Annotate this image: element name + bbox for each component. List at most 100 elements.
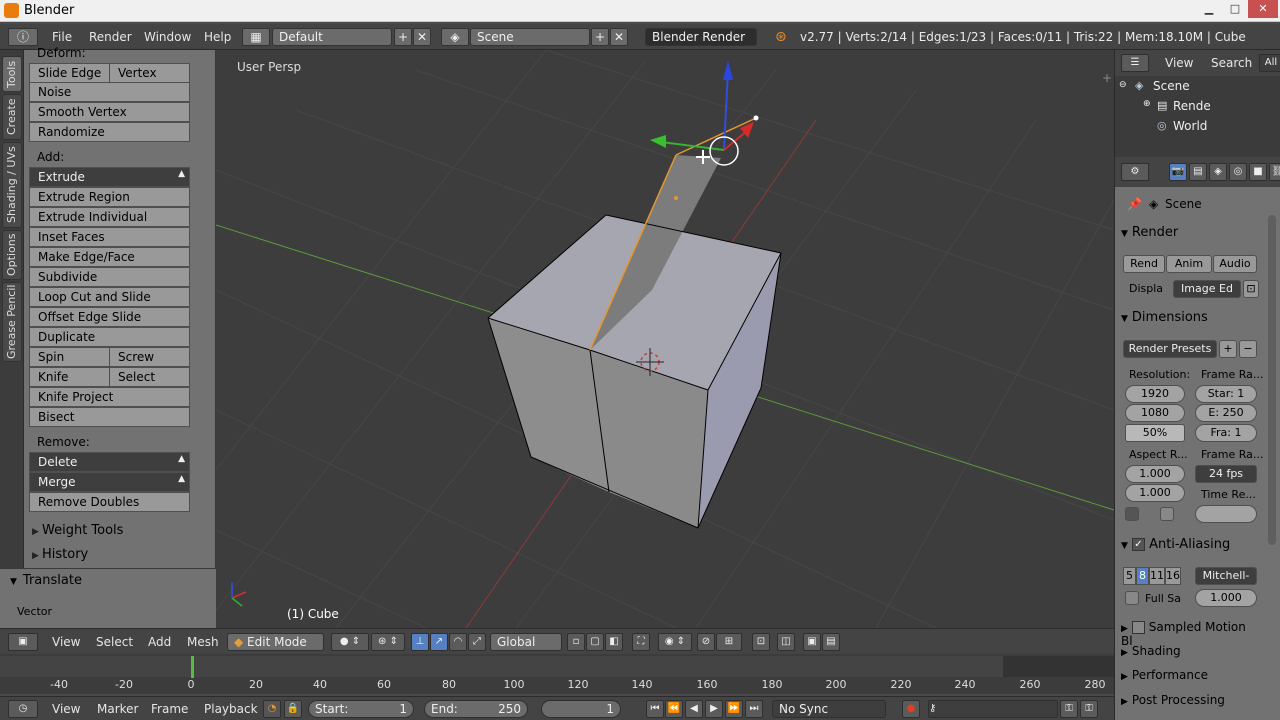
duplicate-button[interactable]: Duplicate <box>29 327 190 347</box>
scene-tab-icon[interactable]: ◈ <box>1209 163 1227 181</box>
fps-select[interactable]: 24 fps <box>1195 465 1257 483</box>
render-button[interactable]: Rend <box>1123 255 1165 273</box>
bisect-button[interactable]: Bisect <box>29 407 190 427</box>
remove-doubles-button[interactable]: Remove Doubles <box>29 492 190 512</box>
render-layers-tab-icon[interactable]: ▤ <box>1189 163 1207 181</box>
display-select[interactable]: Image Ed <box>1173 280 1241 298</box>
remove-scene-button[interactable]: ✕ <box>610 28 628 46</box>
extrude-region-button[interactable]: Extrude Region <box>29 187 190 207</box>
delete-dropdown[interactable]: Delete ▲ <box>29 452 190 472</box>
vertex-select-icon[interactable]: ▫ <box>567 633 585 651</box>
screen-layout-icon[interactable]: ▦ <box>242 28 270 46</box>
motion-blur-checkbox[interactable] <box>1131 621 1145 634</box>
editor-type-properties-icon[interactable]: ⚙ <box>1121 163 1149 181</box>
aa-16-button[interactable]: 16 <box>1165 567 1181 585</box>
current-frame-field[interactable]: 1 <box>541 700 621 718</box>
outliner-item-world[interactable]: World <box>1173 119 1207 133</box>
close-button[interactable]: ✕ <box>1248 0 1278 18</box>
tl-menu-marker[interactable]: Marker <box>97 702 138 716</box>
menu-view[interactable]: View <box>52 635 80 649</box>
lock-icon[interactable]: 🔒 <box>284 700 302 718</box>
slide-edge-button[interactable]: Slide Edge <box>29 63 110 83</box>
menu-mesh[interactable]: Mesh <box>187 635 219 649</box>
tab-create[interactable]: Create <box>2 94 22 140</box>
tab-shading-uvs[interactable]: Shading / UVs <box>2 142 22 228</box>
render-image-icon[interactable]: ▣ <box>803 633 821 651</box>
spin-button[interactable]: Spin <box>29 347 110 367</box>
render-engine-select[interactable]: Blender Render <box>645 28 757 46</box>
scale-manipulator-icon[interactable]: ⤢ <box>468 633 486 651</box>
snap-toggle-icon[interactable]: ⊘ <box>697 633 715 651</box>
knife-button[interactable]: Knife <box>29 367 110 387</box>
editor-type-3d-icon[interactable]: ▣ <box>8 633 38 651</box>
current-frame-marker[interactable] <box>191 656 194 678</box>
sync-mode-select[interactable]: No Sync <box>772 700 886 718</box>
play-icon[interactable]: ▶ <box>705 700 723 718</box>
face-select-icon[interactable]: ◧ <box>605 633 623 651</box>
next-keyframe-icon[interactable]: ⏩ <box>725 700 743 718</box>
randomize-button[interactable]: Randomize <box>29 122 190 142</box>
extrude-individual-button[interactable]: Extrude Individual <box>29 207 190 227</box>
outliner-display-mode[interactable]: All <box>1259 54 1280 72</box>
aa-11-button[interactable]: 11 <box>1149 567 1165 585</box>
shading-panel[interactable]: ▶ Shading <box>1121 644 1255 658</box>
menu-select[interactable]: Select <box>96 635 133 649</box>
maximize-button[interactable]: □ <box>1222 0 1248 18</box>
translate-panel-header[interactable]: ▼ Translate <box>10 573 82 588</box>
full-sample-checkbox[interactable] <box>1125 591 1139 605</box>
proportional-edit-icon[interactable]: ◉ ⇕ <box>658 633 692 651</box>
render-animation-icon[interactable]: ▤ <box>822 633 840 651</box>
noise-button[interactable]: Noise <box>29 82 190 102</box>
add-layout-button[interactable]: + <box>394 28 412 46</box>
outliner-menu-search[interactable]: Search <box>1211 56 1252 70</box>
knife-select-button[interactable]: Select <box>109 367 190 387</box>
viewport-plus-icon[interactable]: + <box>1102 71 1112 85</box>
merge-dropdown[interactable]: Merge ▲ <box>29 472 190 492</box>
aspect-y-field[interactable]: 1.000 <box>1125 484 1185 502</box>
render-tab-icon[interactable]: 📷 <box>1169 163 1187 181</box>
history-panel[interactable]: ▶ History <box>28 547 214 569</box>
editor-type-timeline-icon[interactable]: ◷ <box>8 700 38 718</box>
inset-faces-button[interactable]: Inset Faces <box>29 227 190 247</box>
knife-project-button[interactable]: Knife Project <box>29 387 190 407</box>
crop-checkbox[interactable] <box>1160 507 1174 521</box>
keying-set-icon[interactable]: ◔ <box>263 700 281 718</box>
mode-select[interactable]: ◆ Edit Mode <box>227 633 324 651</box>
anti-aliasing-panel-header[interactable]: ▼ ✓ Anti-Aliasing <box>1121 537 1255 552</box>
scene-icon[interactable]: ◈ <box>441 28 469 46</box>
animation-button[interactable]: Anim <box>1166 255 1212 273</box>
filter-size-field[interactable]: 1.000 <box>1195 589 1257 607</box>
frame-step-prop[interactable]: Fra: 1 <box>1195 424 1257 442</box>
add-scene-button[interactable]: + <box>591 28 609 46</box>
outliner[interactable]: ☰ View Search All ⊖ ◈ Scene ⊕ ▤ Rende ◎ … <box>1114 50 1280 157</box>
menu-help[interactable]: Help <box>204 30 231 44</box>
tab-tools[interactable]: Tools <box>2 56 22 92</box>
editor-type-outliner-icon[interactable]: ☰ <box>1121 54 1149 72</box>
render-panel-header[interactable]: ▼ Render <box>1121 225 1255 240</box>
keying-set-field-icon[interactable]: ⚷ <box>928 700 1058 718</box>
tab-options[interactable]: Options <box>2 230 22 280</box>
snap-element-icon[interactable]: ⊞ <box>716 633 742 651</box>
object-tab-icon[interactable]: ■ <box>1249 163 1267 181</box>
render-presets-select[interactable]: Render Presets <box>1123 340 1217 358</box>
outliner-item-render[interactable]: Rende <box>1173 99 1211 113</box>
subdivide-button[interactable]: Subdivide <box>29 267 190 287</box>
start-frame-field[interactable]: Start: 1 <box>308 700 414 718</box>
aa-8-button[interactable]: 8 <box>1136 567 1149 585</box>
world-tab-icon[interactable]: ◎ <box>1229 163 1247 181</box>
shading-mode-icon[interactable]: ● ⇕ <box>331 633 369 651</box>
delete-keyframe-icon[interactable]: ⚿ <box>1080 700 1098 718</box>
screw-button[interactable]: Screw <box>109 347 190 367</box>
menu-add[interactable]: Add <box>148 635 171 649</box>
resolution-y-field[interactable]: 1080 <box>1125 404 1185 422</box>
time-remap-field[interactable] <box>1195 505 1257 523</box>
make-edge-face-button[interactable]: Make Edge/Face <box>29 247 190 267</box>
opengl-render-icon[interactable]: ◫ <box>777 633 795 651</box>
pivot-point-icon[interactable]: ⊛ ⇕ <box>371 633 405 651</box>
resolution-percent-field[interactable]: 50% <box>1125 424 1185 442</box>
aa-checkbox-checked-icon[interactable]: ✓ <box>1131 538 1145 551</box>
scene-field[interactable]: Scene <box>470 28 590 46</box>
post-processing-panel[interactable]: ▶ Post Processing <box>1121 693 1255 707</box>
outliner-item-scene[interactable]: Scene <box>1153 79 1190 93</box>
dimensions-panel-header[interactable]: ▼ Dimensions <box>1121 310 1255 325</box>
